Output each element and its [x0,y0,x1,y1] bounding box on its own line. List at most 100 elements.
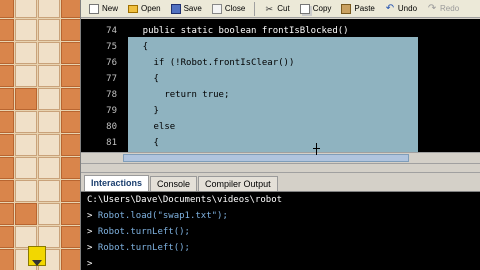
paste-button[interactable]: Paste [337,1,378,16]
grid-cell [15,65,37,87]
grid-cell [0,134,14,156]
grid-cell [61,203,80,225]
close-button[interactable]: Close [208,1,249,16]
new-file-icon [89,3,99,14]
grid-cell [15,157,37,179]
line-number: 78 [106,90,117,100]
text-cursor-icon [313,143,321,155]
grid-cell [0,42,14,64]
code-line: return true; [121,90,230,100]
grid-cell [61,157,80,179]
console-input-line[interactable]: > [87,256,98,270]
close-file-icon [211,3,222,14]
code-line: { [121,74,159,84]
grid-cell [0,180,14,202]
copy-icon [299,3,310,14]
copy-button[interactable]: Copy [296,1,336,16]
tab-console[interactable]: Console [150,176,198,191]
working-directory: C:\Users\Dave\Documents\videos\robot [87,195,283,205]
open-button[interactable]: Open [124,1,165,16]
grid-cell [38,111,60,133]
grid-cell [15,203,37,225]
code-line: else [121,122,176,132]
interactions-pane[interactable]: C:\Users\Dave\Documents\videos\robot > R… [81,191,480,270]
grid-cell [38,226,60,248]
grid-cell [38,134,60,156]
split-pane-divider[interactable] [81,163,480,173]
tab-interactions[interactable]: Interactions [84,175,150,191]
grid-cell [15,134,37,156]
line-number: 77 [106,74,117,84]
grid-cell [0,0,14,18]
code-line: } [121,106,159,116]
grid-cell [15,88,37,110]
grid-cell [61,19,80,41]
grid-cell [38,0,60,18]
paste-icon [341,3,352,14]
grid-cell [38,203,60,225]
cut-button[interactable]: ✂ Cut [260,1,293,16]
grid-cell [15,0,37,18]
code-line: public static boolean frontIsBlocked() [121,26,349,36]
grid-cell [0,19,14,41]
grid-cell [15,19,37,41]
grid-cell [38,42,60,64]
grid-cell [38,180,60,202]
scrollbar-thumb[interactable] [123,154,409,162]
code-area[interactable]: public static boolean frontIsBlocked() {… [121,19,480,152]
grid-cell [15,111,37,133]
line-number: 75 [106,42,117,52]
grid-cell [15,226,37,248]
grid-cell [61,249,80,270]
redo-icon: ↷ [427,2,437,14]
line-number: 81 [106,138,117,148]
redo-button[interactable]: ↷ Redo [423,1,463,16]
grid-cell [61,88,80,110]
grid-cell [61,226,80,248]
prompt-symbol: > [87,211,98,221]
bottom-tabs: Interactions Console Compiler Output [81,174,480,191]
grid-cell [0,65,14,87]
code-editor[interactable]: 74 75 76 77 78 79 80 81 public static bo… [81,19,480,163]
console-line: > Robot.turnLeft(); [87,224,190,240]
new-button[interactable]: New [85,1,122,16]
line-number: 74 [106,26,117,36]
code-line: if (!Robot.frontIsClear()) [121,58,295,68]
grid-cell [61,180,80,202]
grid-cell [61,0,80,18]
open-folder-icon [128,4,139,13]
line-number-gutter: 74 75 76 77 78 79 80 81 [81,19,121,152]
grid-cell [61,42,80,64]
grid-cell [38,157,60,179]
grid-cell [0,203,14,225]
code-line: { [121,138,159,148]
save-disk-icon [170,3,181,14]
save-button[interactable]: Save [167,1,206,16]
toolbar: New Open Save Close ✂ Cut Copy Paste ↶ Und… [81,0,480,18]
command-text: Robot.load("swap1.txt"); [97,211,228,221]
grid-cell [0,226,14,248]
tab-compiler-output[interactable]: Compiler Output [198,176,278,191]
code-line: { [121,42,149,52]
console-line: > Robot.load("swap1.txt"); [87,208,228,224]
command-text: Robot.turnLeft(); [97,227,190,237]
grid-cell [38,65,60,87]
prompt-symbol: > [87,243,98,253]
undo-button[interactable]: ↶ Undo [381,1,421,16]
prompt-symbol: > [87,227,98,237]
grid-cell [38,88,60,110]
grid-cell [0,88,14,110]
console-line: > Robot.turnLeft(); [87,240,190,256]
grid-cell [61,65,80,87]
line-number: 80 [106,122,117,132]
grid-cell [0,249,14,270]
ide-main-panel: New Open Save Close ✂ Cut Copy Paste ↶ Und… [80,0,480,270]
horizontal-scrollbar[interactable] [81,152,480,163]
line-number: 79 [106,106,117,116]
grid-cell [61,134,80,156]
toolbar-separator [254,1,256,16]
line-number: 76 [106,58,117,68]
robot-direction-arrow-icon [32,260,42,266]
grid-cell [61,111,80,133]
grid-cell [15,42,37,64]
